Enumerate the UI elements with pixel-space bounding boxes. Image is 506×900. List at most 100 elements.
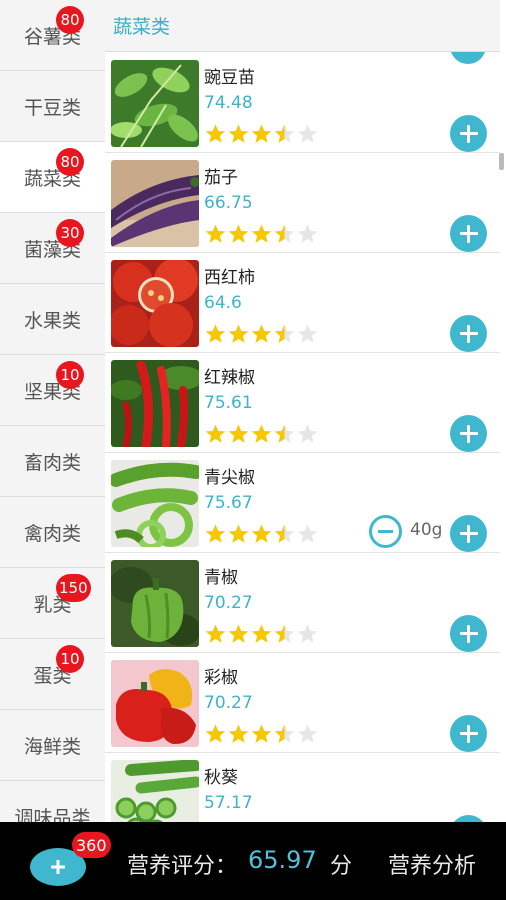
- food-item-eggplant[interactable]: 茄子 66.75: [105, 153, 500, 253]
- count-badge: 80: [56, 6, 84, 34]
- count-badge: 150: [56, 574, 91, 602]
- cart-count-badge: 360: [72, 832, 111, 858]
- bottom-bar: 360 营养评分： 65.97 分 营养分析: [0, 822, 506, 900]
- plus-circle-icon[interactable]: [450, 315, 487, 352]
- star-icon: [251, 324, 272, 343]
- star-icon: [251, 624, 272, 643]
- food-item-green-chili[interactable]: 青尖椒 75.67 40g: [105, 453, 500, 553]
- category-item-grains[interactable]: 谷薯类 80: [0, 0, 105, 71]
- star-rating: [204, 123, 319, 145]
- pea-shoots-image: [111, 60, 199, 147]
- food-list[interactable]: 蔬菜类 豌豆苗 74.48 茄子 66.75 西红柿 64.6 红辣椒 75.6…: [105, 0, 506, 822]
- food-name: 豌豆苗: [204, 68, 255, 88]
- food-score: 74.48: [204, 93, 253, 113]
- score-unit: 分: [330, 854, 353, 879]
- food-item-tomato[interactable]: 西红柿 64.6: [105, 253, 500, 353]
- plus-circle-icon[interactable]: [450, 415, 487, 452]
- food-score: 75.61: [204, 393, 253, 413]
- count-badge: 30: [56, 219, 84, 247]
- star-icon: [297, 624, 318, 643]
- food-name: 青尖椒: [204, 468, 255, 488]
- category-item-dairy[interactable]: 乳类 150: [0, 568, 105, 639]
- star-icon: [251, 124, 272, 143]
- star-icon: [228, 424, 249, 443]
- category-item-fruits[interactable]: 水果类: [0, 284, 105, 355]
- food-item-red-chili[interactable]: 红辣椒 75.61: [105, 353, 500, 453]
- food-name: 青椒: [204, 568, 238, 588]
- star-icon: [205, 224, 226, 243]
- nutrition-analysis-button[interactable]: 营养分析: [388, 848, 476, 880]
- star-rating: [204, 623, 319, 645]
- category-item-vegetables[interactable]: 蔬菜类 80: [0, 142, 105, 213]
- section-header: 蔬菜类: [105, 0, 500, 52]
- eggplant-image: [111, 160, 199, 247]
- category-item-nuts[interactable]: 坚果类 10: [0, 355, 105, 426]
- star-icon: [251, 424, 272, 443]
- star-icon: [205, 324, 226, 343]
- star-icon: [274, 524, 295, 543]
- score-value: 65.97: [248, 846, 317, 874]
- star-icon: [297, 324, 318, 343]
- green-chili-image: [111, 460, 199, 547]
- star-rating: [204, 523, 319, 545]
- star-icon: [274, 624, 295, 643]
- category-item-poultry[interactable]: 禽肉类: [0, 497, 105, 568]
- category-item-fungi-algae[interactable]: 菌藻类 30: [0, 213, 105, 284]
- food-name: 秋葵: [204, 768, 238, 788]
- category-item-eggs[interactable]: 蛋类 10: [0, 639, 105, 710]
- star-icon: [205, 724, 226, 743]
- star-rating: [204, 323, 319, 345]
- category-item-dried-beans[interactable]: 干豆类: [0, 71, 105, 142]
- star-icon: [274, 724, 295, 743]
- food-score: 66.75: [204, 193, 253, 213]
- category-label: 海鲜类: [23, 735, 81, 758]
- count-badge: 10: [56, 361, 84, 389]
- plus-circle-icon[interactable]: [450, 715, 487, 752]
- star-icon: [228, 724, 249, 743]
- food-name: 西红柿: [204, 268, 255, 288]
- star-icon: [297, 224, 318, 243]
- food-score: 70.27: [204, 593, 253, 613]
- category-item-livestock-meat[interactable]: 畜肉类: [0, 426, 105, 497]
- plus-circle-icon[interactable]: [450, 215, 487, 252]
- minus-circle-icon[interactable]: [369, 515, 402, 548]
- section-title: 蔬菜类: [113, 16, 171, 38]
- star-icon: [228, 524, 249, 543]
- star-icon: [251, 724, 272, 743]
- star-icon: [297, 724, 318, 743]
- category-item-seasonings[interactable]: 调味品类: [0, 781, 105, 823]
- star-icon: [274, 324, 295, 343]
- food-score: 70.27: [204, 693, 253, 713]
- green-pepper-image: [111, 560, 199, 647]
- star-icon: [205, 624, 226, 643]
- star-icon: [274, 424, 295, 443]
- food-item-pea-shoots[interactable]: 豌豆苗 74.48: [105, 53, 500, 153]
- star-icon: [205, 424, 226, 443]
- star-icon: [228, 324, 249, 343]
- plus-circle-icon[interactable]: [450, 515, 487, 552]
- category-item-seafood[interactable]: 海鲜类: [0, 710, 105, 781]
- star-icon: [228, 624, 249, 643]
- food-name: 茄子: [204, 168, 238, 188]
- food-score: 57.17: [204, 793, 253, 813]
- star-icon: [274, 124, 295, 143]
- count-badge: 10: [56, 645, 84, 673]
- count-badge: 80: [56, 148, 84, 176]
- food-item-bell-pepper[interactable]: 彩椒 70.27: [105, 653, 500, 753]
- category-label: 畜肉类: [23, 451, 81, 474]
- plus-circle-icon[interactable]: [450, 615, 487, 652]
- food-name: 彩椒: [204, 668, 238, 688]
- food-item-okra[interactable]: 秋葵 57.17: [105, 753, 500, 822]
- score-label: 营养评分：: [127, 854, 238, 879]
- plus-circle-icon[interactable]: [450, 815, 487, 822]
- star-rating: [204, 423, 319, 445]
- list-scrollbar[interactable]: [499, 153, 504, 170]
- star-icon: [205, 524, 226, 543]
- star-icon: [251, 524, 272, 543]
- star-rating: [204, 223, 319, 245]
- quantity-value: 40g: [410, 520, 443, 540]
- plus-circle-icon[interactable]: [450, 115, 487, 152]
- okra-image: [111, 760, 199, 822]
- category-label: 调味品类: [14, 806, 91, 823]
- food-item-green-pepper[interactable]: 青椒 70.27: [105, 553, 500, 653]
